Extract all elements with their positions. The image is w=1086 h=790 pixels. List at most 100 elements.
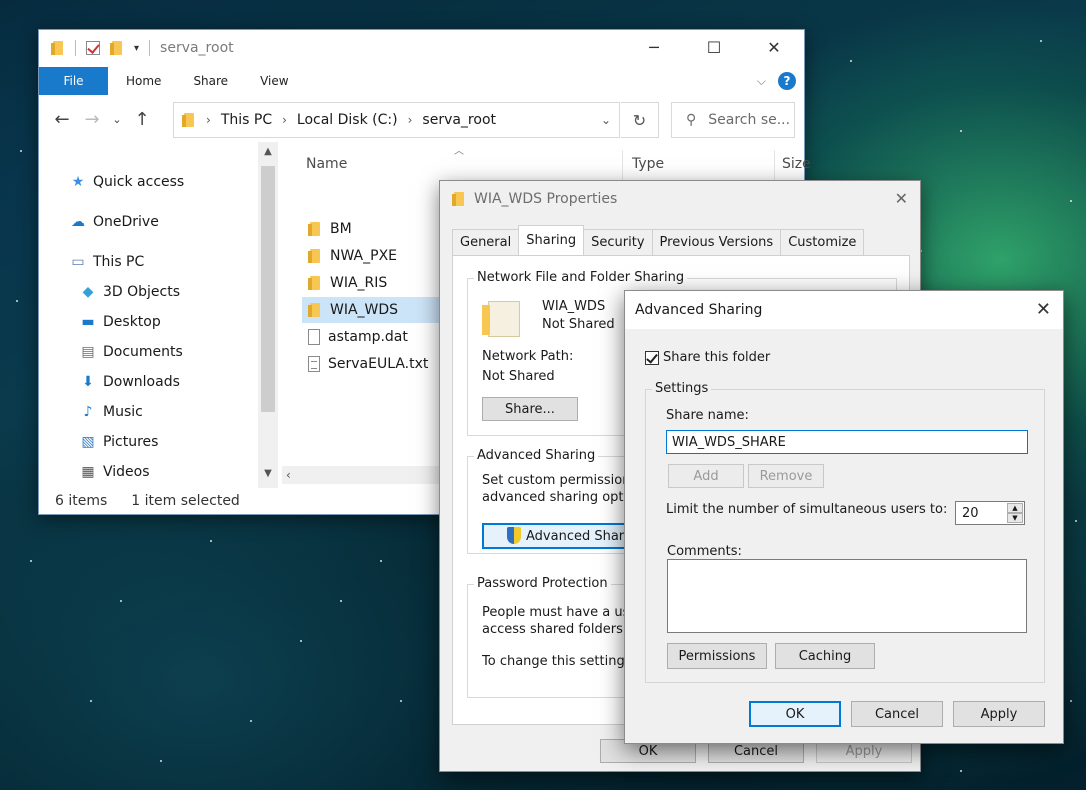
breadcrumb-local-disk[interactable]: Local Disk (C:) [297,112,398,128]
navigation-pane: ★ Quick access ☁ OneDrive ▭ This PC ◆ 3D… [39,142,279,488]
tab-previous-versions[interactable]: Previous Versions [651,229,782,255]
search-box[interactable]: ⚲ Search se... [671,102,795,138]
tab-view[interactable]: View [244,67,304,95]
cancel-button[interactable]: Cancel [851,701,943,727]
search-icon: ⚲ [686,112,697,128]
close-icon[interactable]: ✕ [895,189,908,208]
nav-item-videos[interactable]: ▦ Videos [79,464,150,480]
group-title: Password Protection [474,576,611,591]
nav-item-documents[interactable]: ▤ Documents [79,344,182,360]
nav-item-label: Quick access [93,174,185,190]
scroll-down-icon[interactable]: ▼ [261,468,275,479]
list-item[interactable]: WIA_RIS [302,270,387,296]
refresh-button[interactable]: ↻ [621,102,659,138]
nav-item-3d-objects[interactable]: ◆ 3D Objects [79,284,180,300]
share-name-value: WIA_WDS_SHARE [672,434,786,450]
list-item[interactable]: astamp.dat [302,324,408,350]
scroll-up-icon[interactable]: ▲ [261,146,275,157]
chevron-right-icon[interactable]: › [408,113,413,127]
user-limit-stepper[interactable]: 20 ▲ ▼ [955,501,1025,525]
nav-scrollbar[interactable]: ▲ ▼ [258,142,278,488]
maximize-button[interactable]: ☐ [684,30,744,64]
stepper-up-icon[interactable]: ▲ [1007,503,1023,513]
chevron-right-icon[interactable]: › [206,113,211,127]
share-folder-checkbox[interactable] [645,351,659,365]
new-folder-icon[interactable] [110,40,124,56]
explorer-titlebar: ▾ serva_root ─ ☐ ✕ [39,30,804,66]
user-limit-label: Limit the number of simultaneous users t… [666,502,948,517]
tab-customize[interactable]: Customize [780,229,865,255]
expand-ribbon-chevron-icon[interactable]: ⌵ [757,74,766,89]
password-description-line1: People must have a use [482,605,638,620]
breadcrumb-this-pc[interactable]: This PC [221,112,272,128]
breadcrumb-serva-root[interactable]: serva_root [422,112,496,128]
selection-count: 1 item selected [131,493,240,509]
password-description-line3: To change this setting, u [482,654,642,669]
column-size[interactable]: Size [782,156,811,172]
list-item[interactable]: BM [302,216,352,242]
customize-dropdown-icon[interactable]: ▾ [134,43,139,54]
download-arrow-icon: ⬇ [82,374,94,390]
nav-item-desktop[interactable]: ▬ Desktop [79,314,160,330]
help-icon[interactable]: ? [778,72,796,90]
remove-button[interactable]: Remove [748,464,824,488]
tab-sharing[interactable]: Sharing [518,225,585,255]
nav-item-quick-access[interactable]: ★ Quick access [69,174,185,190]
chevron-right-icon[interactable]: › [282,113,287,127]
cloud-icon: ☁ [71,214,85,230]
tab-share[interactable]: Share [177,67,244,95]
nav-item-downloads[interactable]: ⬇ Downloads [79,374,180,390]
back-arrow-icon[interactable]: ← [47,109,77,130]
address-dropdown-icon[interactable]: ⌄ [601,113,611,127]
group-title: Settings [652,381,712,396]
folder-name: WIA_WDS [542,299,606,314]
group-title: Advanced Sharing [474,448,599,463]
share-folder-label[interactable]: Share this folder [663,350,770,365]
column-type[interactable]: Type [632,156,664,172]
advanced-description-line2: advanced sharing optio [482,490,636,505]
address-bar[interactable]: › This PC › Local Disk (C:) › serva_root… [173,102,620,138]
apply-button[interactable]: Apply [953,701,1045,727]
scroll-left-icon[interactable]: ‹ [286,468,291,482]
ok-button[interactable]: OK [749,701,841,727]
close-icon[interactable]: ✕ [1036,299,1051,320]
share-button[interactable]: Share... [482,397,578,421]
tab-file[interactable]: File [39,67,108,95]
properties-icon[interactable] [86,41,100,55]
scroll-thumb[interactable] [261,166,275,412]
list-item[interactable]: ServaEULA.txt [302,351,428,377]
tab-general[interactable]: General [452,229,520,255]
column-name[interactable]: Name [306,156,347,172]
tab-home[interactable]: Home [108,67,177,95]
horizontal-scrollbar[interactable]: ‹ [282,466,442,484]
comments-textarea[interactable] [667,559,1027,633]
recent-locations-chevron-icon[interactable]: ⌄ [107,113,127,126]
close-button[interactable]: ✕ [744,30,804,64]
tab-security[interactable]: Security [583,229,653,255]
minimize-button[interactable]: ─ [624,30,684,64]
column-divider[interactable] [622,150,623,180]
nav-item-this-pc[interactable]: ▭ This PC [69,254,144,270]
stepper-down-icon[interactable]: ▼ [1007,513,1023,523]
list-item-selected[interactable]: WIA_WDS [302,297,442,323]
up-arrow-icon[interactable]: ↑ [127,109,157,130]
nav-item-pictures[interactable]: ▧ Pictures [79,434,158,450]
share-name-input[interactable]: WIA_WDS_SHARE [666,430,1028,454]
forward-arrow-icon[interactable]: → [77,109,107,130]
nav-item-label: 3D Objects [103,284,181,300]
nav-item-music[interactable]: ♪ Music [79,404,143,420]
file-name: ServaEULA.txt [328,356,429,372]
add-button[interactable]: Add [668,464,744,488]
column-divider[interactable] [774,150,775,180]
caching-button[interactable]: Caching [775,643,875,669]
folder-icon[interactable] [51,40,65,56]
list-item[interactable]: NWA_PXE [302,243,397,269]
advanced-sharing-dialog: Advanced Sharing ✕ Share this folder Set… [624,290,1064,744]
advanced-sharing-button[interactable]: Advanced Sharin [482,523,642,549]
nav-item-label: Videos [103,464,150,480]
film-icon: ▦ [81,464,95,480]
group-title: Network File and Folder Sharing [474,270,688,285]
nav-item-onedrive[interactable]: ☁ OneDrive [69,214,159,230]
settings-group: Settings Share name: WIA_WDS_SHARE Add R… [645,381,1045,683]
permissions-button[interactable]: Permissions [667,643,767,669]
